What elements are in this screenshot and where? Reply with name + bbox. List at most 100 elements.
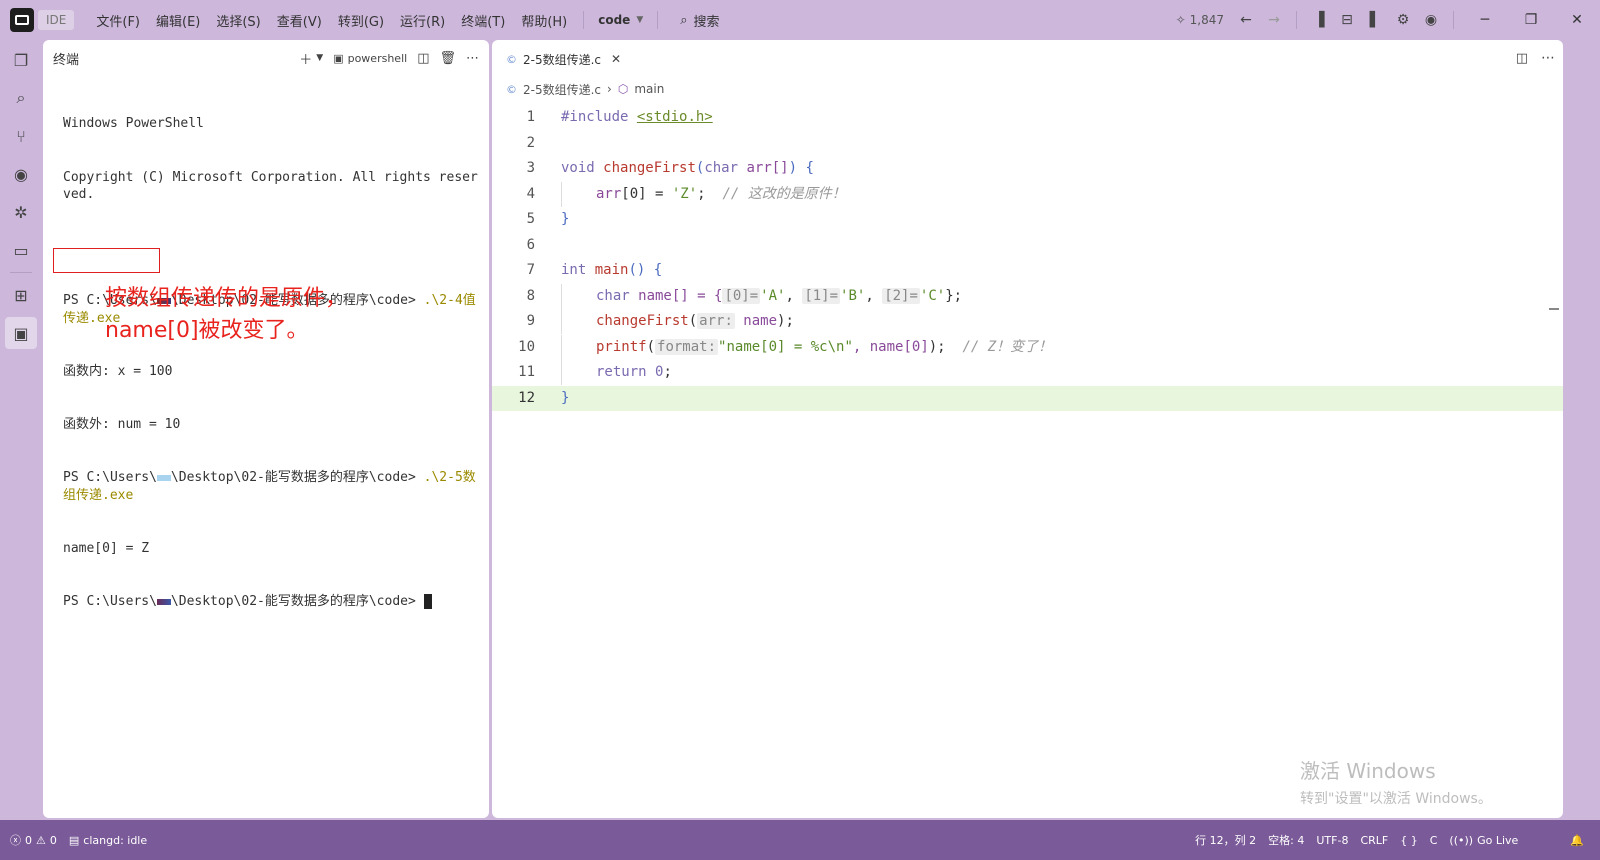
broadcast-icon: ((•)) [1449,833,1474,847]
shell-name: powershell [347,51,408,65]
code-text: printf(format: "name[0] = %c\n", name[0])… [535,334,1053,361]
app-logo-icon[interactable] [10,8,34,32]
indentation[interactable]: 空格: 4 [1262,832,1310,848]
indent-guide [561,309,596,334]
lsp-status[interactable]: ▤ clangd: idle [63,834,153,847]
code-text: changeFirst(arr: name); [535,309,794,335]
restore-icon[interactable]: ❐ [1508,12,1554,28]
token-comment: // Z！变了！ [962,338,1053,355]
terminal-output[interactable]: Windows PowerShell Copyright (C) Microso… [43,76,489,646]
breadcrumb-file[interactable]: 2-5数组传递.c [523,81,601,98]
line-ending[interactable]: CRLF [1354,834,1394,847]
token-punct: ; [663,364,672,380]
toggle-sidebar-icon[interactable]: ▐ [1305,12,1333,28]
notifications-bell-icon[interactable]: 🔔 [1564,834,1590,847]
code-line: 7 int main() { [492,258,1563,284]
line-number: 9 [526,313,535,329]
toggle-secondary-sidebar-icon[interactable]: ▌ [1361,12,1389,28]
token-punct: () { [628,262,663,278]
warning-icon: ⚠ [36,833,46,847]
menu-bar: 文件(F) 编辑(E) 选择(S) 查看(V) 转到(G) 运行(R) 终端(T… [88,11,575,30]
watermark-title: 激活 Windows [1300,759,1436,783]
settings-gear-icon[interactable]: ⚙ [1389,12,1417,28]
toggle-panel-icon[interactable]: ⊟ [1333,12,1361,28]
cube-icon: ⬡ [617,82,629,96]
new-terminal-icon[interactable]: ＋ [299,49,312,68]
problems-indicator[interactable]: ⓧ 0 ⚠ 0 [0,832,63,848]
extensions-icon[interactable]: ⊞ [5,279,37,311]
error-count: 0 [25,833,32,847]
account-icon[interactable]: ◉ [1417,12,1445,28]
terminal-shell-selector[interactable]: ▣ powershell [333,52,407,65]
token-string: "name[0] = %c\n" [718,338,853,355]
close-icon[interactable]: ✕ [611,52,621,66]
source-control-icon[interactable]: ⑂ [5,120,37,152]
minimize-icon[interactable]: ─ [1462,12,1508,28]
terminal-header: 终端 ＋ ▼ ▣ powershell ◫ 🗑 ⋯ [43,40,489,76]
token-punct: ) { [788,160,814,176]
split-editor-icon[interactable]: ◫ [1516,51,1528,66]
menu-go[interactable]: 转到(G) [330,11,392,30]
sparkle-icon: ✧ [1175,13,1186,27]
search-icon: ⌕ [680,12,688,28]
chevron-down-icon[interactable]: ▼ [316,53,323,63]
menu-help[interactable]: 帮助(H) [513,11,575,30]
menu-view[interactable]: 查看(V) [269,11,330,30]
token-keyword: void [561,160,595,176]
braces-indicator[interactable]: { } [1394,834,1424,847]
debug-icon[interactable]: ✲ [5,196,37,228]
code-line: 8 char name[] = {[0]= 'A', [1]= 'B', [2]= '… [492,283,1563,310]
menu-terminal[interactable]: 终端(T) [453,11,513,30]
scrollbar-marker[interactable] [1549,308,1559,310]
back-arrow-icon[interactable]: ← [1232,12,1260,28]
token-keyword: #include [561,109,629,125]
terminal-line: name[0] = Z [63,541,150,557]
indent-guide [561,181,596,207]
more-actions-icon[interactable]: ⋯ [466,51,479,66]
tab-label: 2-5数组传递.c [523,52,602,67]
code-text: } [561,211,570,227]
status-bar: ⓧ 0 ⚠ 0 ▤ clangd: idle 行 12，列 2 空格: 4 UT… [0,820,1600,860]
more-actions-icon[interactable]: ⋯ [1541,50,1555,66]
terminal-icon[interactable]: ▣ [5,317,37,349]
highlight-box [53,248,160,273]
menu-edit[interactable]: 编辑(E) [148,11,208,30]
code-text: int main() { [535,258,662,284]
line-number: 1 [526,109,535,125]
split-terminal-icon[interactable]: ◫ [417,51,429,66]
token-include[interactable]: <stdio.h> [637,109,713,125]
code-line: 5 } [492,207,1563,233]
token-function: printf [596,338,647,355]
redacted-username [156,474,171,481]
separator [657,11,659,29]
code-line-current: 12 } [492,385,1563,411]
token-param: arr[] [738,160,789,176]
code-area[interactable]: 1 #include <stdio.h> 2 3 void changeFirs… [492,105,1563,411]
sparkle-counter[interactable]: ✧ 1,847 [1176,13,1224,27]
editor-tab[interactable]: © 2-5数组传递.c ✕ [502,51,625,68]
eye-icon[interactable]: ◉ [5,158,37,190]
explorer-icon[interactable]: ❐ [5,44,37,76]
encoding[interactable]: UTF-8 [1310,834,1354,847]
code-line: 10 printf(format: "name[0] = %c\n", name[… [492,334,1563,361]
workspace-selector[interactable]: code ▼ [592,13,649,27]
line-number: 7 [526,262,535,278]
menu-run[interactable]: 运行(R) [392,11,453,30]
title-bar-right: ✧ 1,847 ← → ▐ ⊟ ▌ ⚙ ◉ ─ ❐ ✕ [1176,0,1600,40]
indent-guide [561,283,596,309]
search-box[interactable]: ⌕ 搜索 [680,11,719,30]
remote-monitor-icon[interactable]: ▭ [5,234,37,266]
trash-icon[interactable]: 🗑 [439,51,456,66]
go-live-button[interactable]: ((•)) Go Live [1443,834,1524,847]
code-text: #include <stdio.h> [535,105,713,131]
cursor-position[interactable]: 行 12，列 2 [1189,832,1262,848]
terminal-line: 函数内: x = 100 [63,364,173,380]
menu-selection[interactable]: 选择(S) [208,11,268,30]
language-mode[interactable]: C [1424,834,1444,847]
inlay-hint: arr: [697,313,735,329]
breadcrumb-symbol[interactable]: main [634,82,664,96]
forward-arrow-icon[interactable]: → [1260,12,1288,28]
close-window-icon[interactable]: ✕ [1554,12,1600,28]
menu-file[interactable]: 文件(F) [88,11,148,30]
search-files-icon[interactable]: ⌕ [5,82,37,114]
